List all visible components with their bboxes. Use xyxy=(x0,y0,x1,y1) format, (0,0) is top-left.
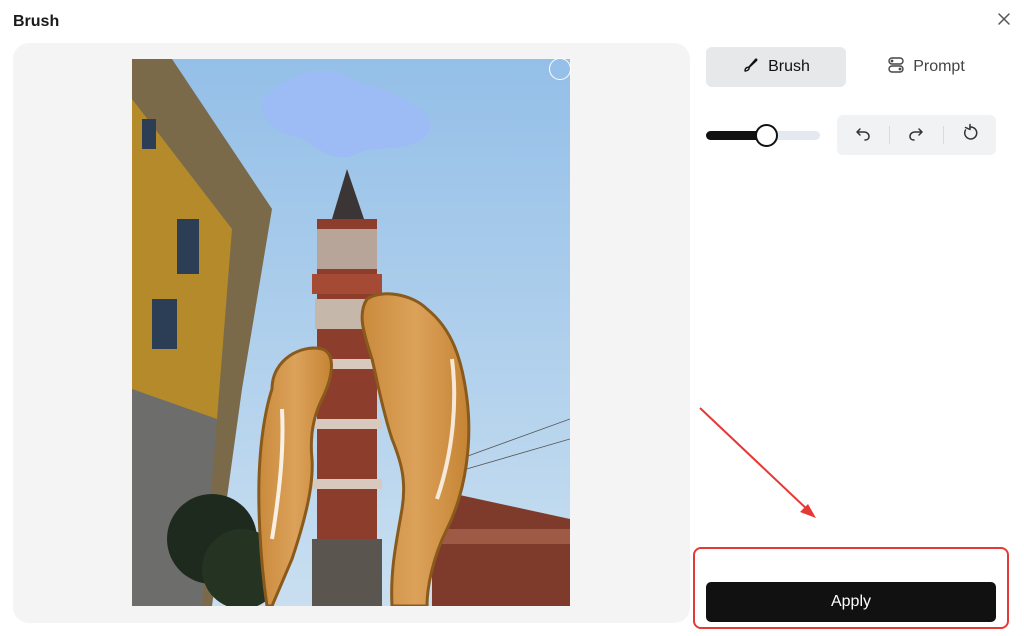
redo-icon xyxy=(906,123,926,148)
redo-button[interactable] xyxy=(890,115,942,155)
prompt-icon xyxy=(887,56,905,79)
history-toolbar xyxy=(837,115,996,155)
reset-button[interactable] xyxy=(944,115,996,155)
tab-prompt[interactable]: Prompt xyxy=(856,47,996,87)
tab-brush[interactable]: Brush xyxy=(706,47,846,87)
brush-icon xyxy=(742,56,760,79)
close-icon[interactable] xyxy=(994,9,1014,29)
undo-button[interactable] xyxy=(837,115,889,155)
apply-button[interactable]: Apply xyxy=(706,582,996,622)
undo-icon xyxy=(853,123,873,148)
tab-prompt-label: Prompt xyxy=(913,58,965,75)
tab-brush-label: Brush xyxy=(768,58,810,75)
mode-tabs: Brush Prompt xyxy=(706,47,996,87)
editable-photo[interactable] xyxy=(132,59,570,606)
annotation-arrow xyxy=(699,407,816,518)
reset-icon xyxy=(960,123,980,148)
slider-thumb[interactable] xyxy=(755,124,779,147)
brush-size-slider[interactable] xyxy=(706,124,820,147)
dialog-title: Brush xyxy=(13,13,60,30)
brush-cursor-indicator xyxy=(549,58,571,80)
